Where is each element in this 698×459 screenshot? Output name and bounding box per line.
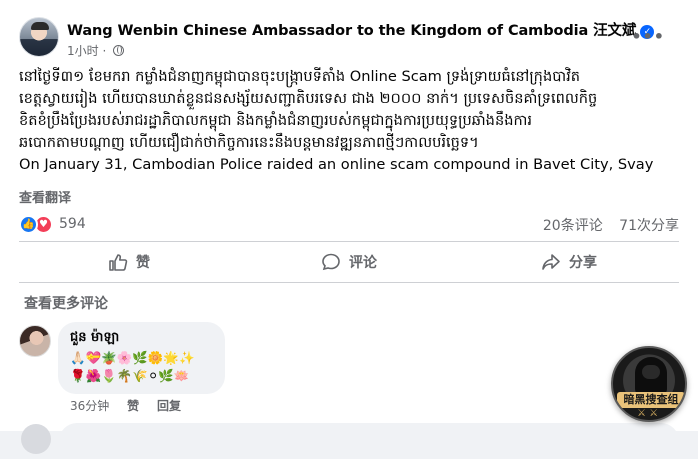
- thumbs-up-icon: [109, 254, 128, 271]
- post-body: នៅថ្ងៃទី៣១ ខែមករា កម្លាំងជំនាញកម្ពុជាបាន…: [19, 66, 659, 176]
- share-count[interactable]: 71次分享: [619, 218, 679, 234]
- mask-icon: [642, 365, 660, 379]
- post-english-line: On January 31, Cambodian Police raided a…: [19, 154, 659, 176]
- divider: [19, 282, 679, 283]
- comment-count[interactable]: 20条评论: [543, 218, 603, 234]
- watermark-text: 暗黑搜查组: [617, 392, 685, 408]
- reply-row: [19, 423, 679, 459]
- comment-icon: [322, 253, 340, 271]
- post-text-line: ខេត្តស្វាយរៀង ហើយបានឃាត់ខ្លួនជនសង្ស័យសញ្…: [19, 90, 598, 107]
- more-options-icon[interactable]: •••: [631, 27, 665, 46]
- post-card: Wang Wenbin Chinese Ambassador to the Ki…: [0, 0, 698, 459]
- comment-reply-button[interactable]: 回复: [157, 399, 181, 413]
- current-user-avatar: [21, 424, 51, 454]
- comment-author[interactable]: ជួន ម៉ាឡា: [70, 329, 213, 348]
- post-text-line: ឆបោកតាមបណ្តាញ ហើយជឿជាក់ថាកិច្ចការនេះនឹងប…: [19, 134, 479, 151]
- share-button-label: 分享: [569, 255, 597, 271]
- reactions-summary[interactable]: 👍 ♥ 594: [19, 212, 86, 236]
- globe-icon: [113, 45, 125, 56]
- divider: [19, 241, 679, 242]
- comment-like-button[interactable]: 赞: [127, 399, 139, 413]
- post-meta: 1小时 ·: [67, 42, 125, 59]
- comment-button[interactable]: 评论: [239, 245, 459, 279]
- commenter-avatar[interactable]: [19, 325, 51, 357]
- share-icon: [542, 254, 560, 270]
- post-english-text: On January 31, Cambodian Police raided a…: [19, 156, 659, 173]
- author-name[interactable]: Wang Wenbin Chinese Ambassador to the Ki…: [67, 19, 655, 40]
- post-text-line: នៅថ្ងៃទី៣១ ខែមករា កម្លាំងជំនាញកម្ពុជាបាន…: [19, 68, 580, 85]
- post-time[interactable]: 1小时: [67, 44, 99, 58]
- comment-time[interactable]: 36分钟: [70, 399, 109, 413]
- see-translation-link[interactable]: 查看翻译: [19, 187, 71, 206]
- comment-button-label: 评论: [349, 255, 377, 271]
- author-name-text[interactable]: Wang Wenbin Chinese Ambassador to the Ki…: [67, 23, 636, 39]
- watermark-badge: 暗黑搜查组 ⚔ ⚔: [611, 346, 687, 422]
- author-avatar[interactable]: [19, 17, 59, 57]
- post-header: Wang Wenbin Chinese Ambassador to the Ki…: [19, 15, 679, 65]
- comment-text-line: 🙏🏻💝🪴🌸🌿🌼🌟✨: [70, 350, 195, 365]
- crossed-swords-icon: ⚔ ⚔: [637, 408, 659, 419]
- reaction-count: 594: [59, 216, 86, 232]
- share-button[interactable]: 分享: [459, 245, 679, 279]
- view-more-comments-link[interactable]: 查看更多评论: [24, 293, 108, 313]
- like-reaction-icon: 👍: [19, 214, 38, 234]
- comment-bubble: ជួន ម៉ាឡា 🙏🏻💝🪴🌸🌿🌼🌟✨ 🌹🌺🌷🌴🌾⚪🌿🪷: [58, 322, 225, 394]
- like-button-label: 赞: [136, 255, 150, 271]
- comment-text-line: 🌹🌺🌷🌴🌾⚪🌿🪷: [70, 368, 190, 383]
- action-bar: 赞 评论 分享: [19, 245, 679, 279]
- comment-input[interactable]: [59, 423, 679, 459]
- post-stats: 20条评论 71次分享: [543, 215, 679, 235]
- like-button[interactable]: 赞: [19, 245, 239, 279]
- post-text-line: ខិតខំប្រឹងប្រែងរបស់រាជរដ្ឋាភិបាលកម្ពុជា …: [19, 112, 532, 129]
- comment-meta: 36分钟 赞 回复: [70, 397, 195, 414]
